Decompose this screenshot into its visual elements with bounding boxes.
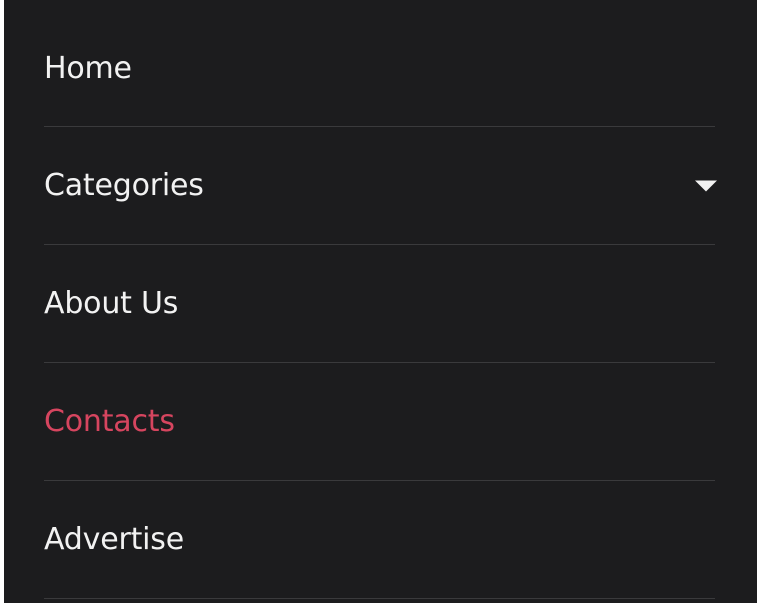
mobile-nav-menu: Home Categories About Us Contacts Advert… (4, 0, 757, 603)
menu-list: Home Categories About Us Contacts Advert… (4, 0, 757, 599)
menu-item-label: Contacts (44, 404, 175, 439)
menu-item-label: About Us (44, 286, 179, 321)
menu-item-label: Advertise (44, 522, 184, 557)
menu-item-label: Home (44, 51, 132, 86)
menu-item-label: Categories (44, 168, 204, 203)
menu-item-categories[interactable]: Categories (44, 127, 717, 245)
menu-item-contacts[interactable]: Contacts (44, 363, 715, 481)
menu-item-advertise[interactable]: Advertise (44, 481, 715, 599)
menu-item-about-us[interactable]: About Us (44, 245, 715, 363)
menu-item-home[interactable]: Home (44, 0, 715, 127)
caret-down-icon[interactable] (695, 180, 717, 191)
